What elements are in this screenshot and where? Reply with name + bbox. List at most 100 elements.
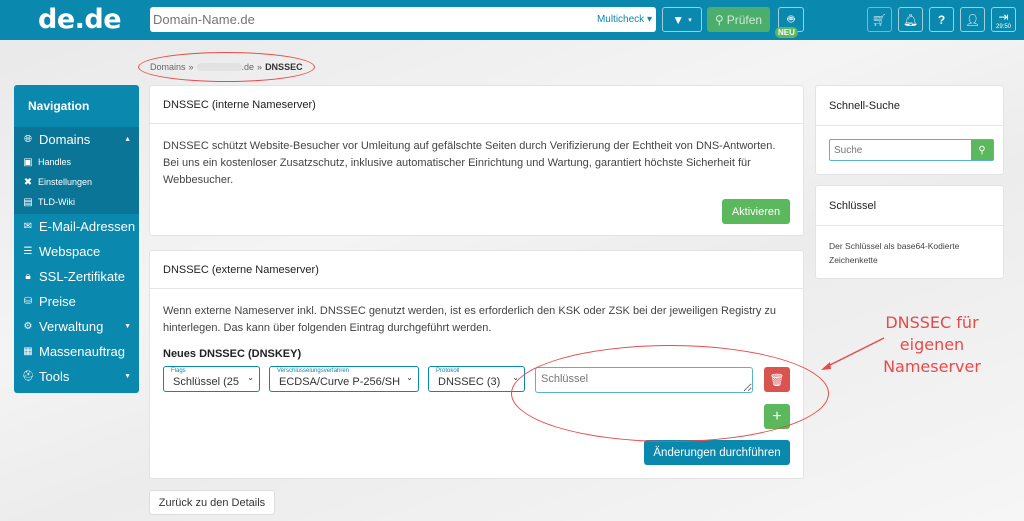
sidebar-item-email[interactable]: ✉ E-Mail-Adressen [14,214,139,239]
filter-button[interactable]: ▼ ▾ [662,7,702,32]
user-button[interactable]: 👤︎ [960,7,985,32]
panel-quick-search: Schnell-Suche ⚲ [815,85,1004,175]
sidebar-item-label: Massenauftrag [39,344,125,359]
filter-icon: ▼ [672,12,685,27]
lock-icon: 🔒︎ [25,271,31,282]
quick-search-box: ⚲ [829,139,994,161]
annotation-line: Nameserver [883,357,981,376]
sidebar-item-label: E-Mail-Adressen [39,219,136,234]
key-info-text: Der Schlüssel als base64-Kodierte Zeiche… [829,241,960,265]
help-button[interactable]: ? [929,7,954,32]
new-badge: NEU [775,27,798,38]
algorithm-label: Verschlüsselungsverfahren [277,368,350,374]
protocol-select[interactable]: Protokoll DNSSEC (3) ⌄ [428,366,525,392]
sidebar-navigation: Navigation 🌐︎ Domains ▲ ▣ Handles ✖ Eins… [14,85,139,393]
logout-icon: ⇥ [998,9,1009,24]
sidebar-item-massenauftrag[interactable]: ▦ Massenauftrag [14,339,139,364]
user-icon: 👤︎ [964,12,981,27]
sidebar-item-verwaltung[interactable]: ⚙ Verwaltung ▼ [14,314,139,339]
globe-icon: 🌐︎ [24,134,32,145]
sidebar-item-label: Webspace [39,244,101,259]
chevron-down-icon: ⌄ [406,373,413,382]
sidebar-item-tools[interactable]: ⛑ Tools ▼ [14,364,139,389]
apply-changes-button[interactable]: Änderungen durchführen [644,440,790,465]
logo[interactable]: de.de [38,4,122,35]
sidebar-item-label: SSL-Zertifikate [39,269,125,284]
sidebar-item-label: Preise [39,294,76,309]
sidebar-item-domains[interactable]: 🌐︎ Domains ▲ [14,127,139,152]
robot-icon: 🤖︎ [787,12,795,26]
bell-icon: 🔔︎ [902,12,919,27]
annotation-line: DNSSEC für [885,313,979,332]
annotation-ellipse-key-input [511,345,829,442]
algorithm-select[interactable]: Verschlüsselungsverfahren ECDSA/Curve P-… [269,366,419,392]
sidebar-item-tld-wiki[interactable]: ▤ TLD-Wiki [14,192,139,212]
flags-label: Flags [171,368,186,374]
panel-title: DNSSEC (interne Nameserver) [150,86,803,124]
annotation-label: DNSSEC für eigenen Nameserver [872,312,992,378]
top-navigation-bar: de.de Multicheck ▾ ▼▾ ⚲ Prüfen 🤖︎ NEU 🛒︎… [0,0,1024,40]
sidebar-item-handles[interactable]: ▣ Handles [14,152,139,172]
sidebar-item-label: Einstellungen [38,177,93,187]
help-icon: ? [937,12,946,27]
domain-search-box: Multicheck ▾ [150,7,656,32]
domain-search-input[interactable] [150,7,597,32]
check-button-label: Prüfen [726,12,763,27]
panel-title: Schnell-Suche [816,86,1003,126]
protocol-value: DNSSEC (3) [438,376,501,388]
book-icon: ▤ [23,196,33,208]
logout-button[interactable]: ⇥ 29:50 [991,7,1016,32]
sidebar-item-label: Verwaltung [39,319,104,334]
toolbox-icon: ⛑ [21,371,35,382]
sidebar-item-label: Domains [39,132,91,147]
chevron-down-icon: ⌄ [247,373,254,382]
multicheck-dropdown[interactable]: Multicheck ▾ [597,14,656,25]
new-dnskey-heading: Neues DNSSEC (DNSKEY) [163,348,302,360]
caret-down-icon: ▼ [124,373,131,380]
sidebar-title: Navigation [28,99,90,113]
panel-title: DNSSEC (externe Nameserver) [150,251,803,289]
activate-button[interactable]: Aktivieren [722,199,790,224]
server-icon: ☰ [23,246,33,257]
sidebar-item-preise[interactable]: ⛁ Preise [14,289,139,314]
coins-icon: ⛁ [23,296,33,307]
sidebar-item-einstellungen[interactable]: ✖ Einstellungen [14,172,139,192]
caret-down-icon: ▼ [124,323,131,330]
caret-down-icon: ▾ [688,16,692,24]
sidebar-item-label: TLD-Wiki [38,197,75,207]
panel-description: DNSSEC schützt Website-Besucher vor Umle… [163,140,776,186]
panel-description: Wenn externe Nameserver inkl. DNSSEC gen… [163,305,777,334]
session-timer: 29:50 [995,24,1011,30]
annotation-line: eigenen [899,335,965,354]
search-icon: ⚲ [714,12,724,27]
annotation-ellipse-breadcrumb [138,52,315,82]
sidebar-group-domains: 🌐︎ Domains ▲ ▣ Handles ✖ Einstellungen ▤… [14,127,139,214]
cogs-icon: ⚙ [23,321,33,332]
caret-up-icon: ▲ [124,136,131,143]
algorithm-value: ECDSA/Curve P-256/SH [279,376,401,388]
caret-down-icon: ▾ [646,14,652,25]
id-card-icon: ▣ [23,156,33,168]
quick-search-button[interactable]: ⚲ [971,140,993,160]
list-icon: ▦ [23,346,33,357]
protocol-label: Protokoll [436,368,460,374]
notifications-button[interactable]: 🔔︎ [898,7,923,32]
panel-dnssec-internal: DNSSEC (interne Nameserver) DNSSEC schüt… [149,85,804,236]
envelope-icon: ✉ [23,221,33,232]
sidebar-item-ssl[interactable]: 🔒︎ SSL-Zertifikate [14,264,139,289]
panel-key-info: Schlüssel Der Schlüssel als base64-Kodie… [815,185,1004,279]
quick-search-input[interactable] [830,140,971,160]
multicheck-label: Multicheck [596,14,645,25]
sidebar-item-label: Handles [38,157,72,167]
flags-value: Schlüssel (25 [173,376,240,388]
sidebar-item-webspace[interactable]: ☰ Webspace [14,239,139,264]
check-button[interactable]: ⚲ Prüfen [707,7,770,32]
cart-icon: 🛒︎ [871,12,888,27]
search-icon: ⚲ [978,144,986,156]
back-to-details-button[interactable]: Zurück zu den Details [149,490,275,515]
sidebar-item-label: Tools [39,369,70,384]
tools-icon: ✖ [23,176,33,188]
panel-title: Schlüssel [816,186,1003,226]
cart-button[interactable]: 🛒︎ [867,7,892,32]
flags-select[interactable]: Flags Schlüssel (25 ⌄ [163,366,260,392]
